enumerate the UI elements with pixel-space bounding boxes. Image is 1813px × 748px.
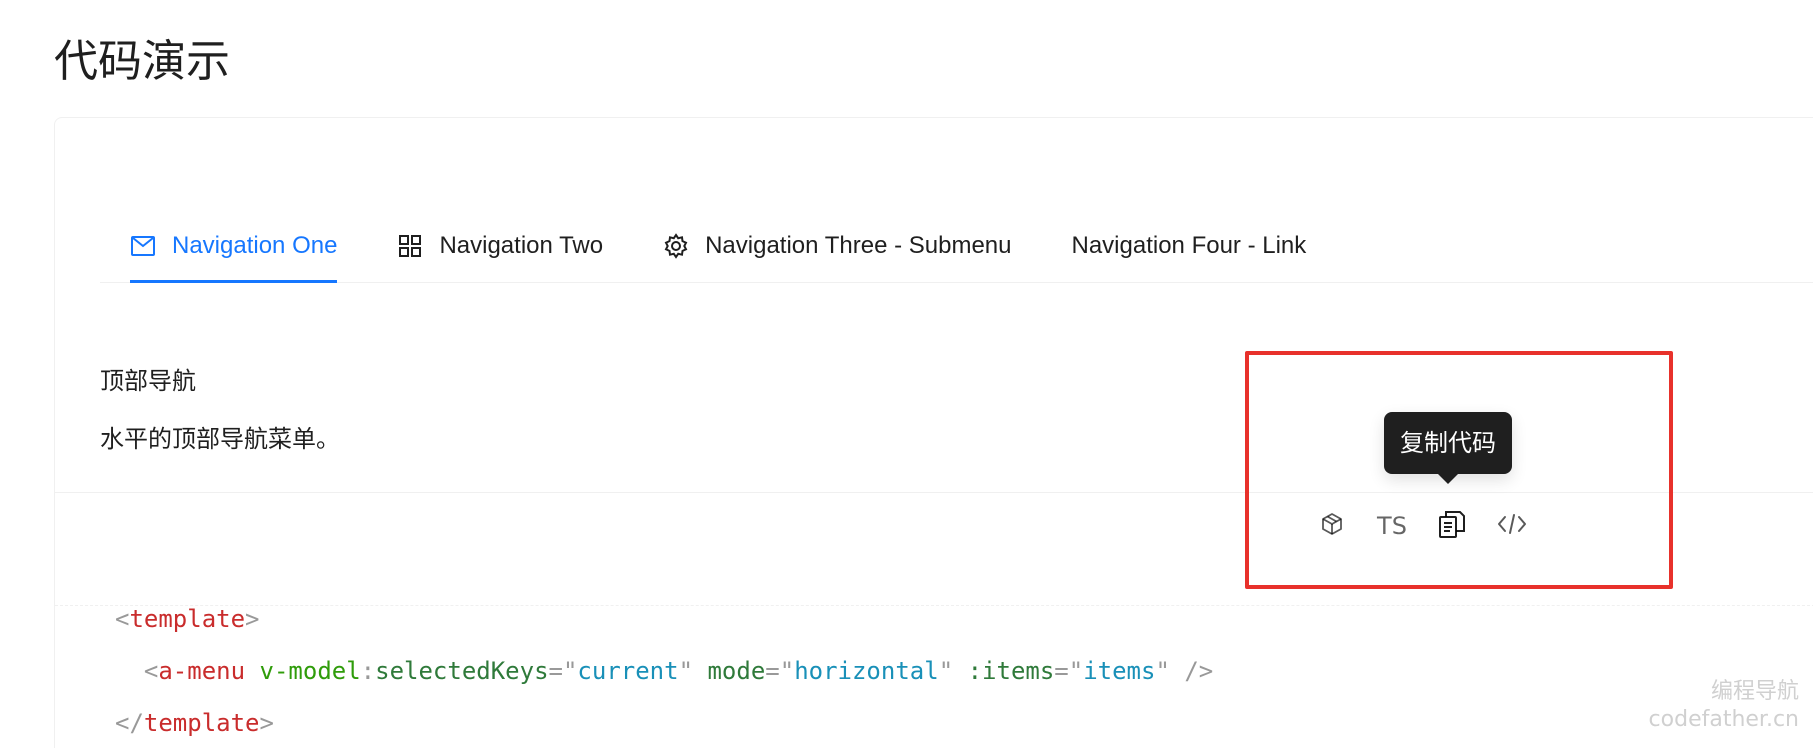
code-line: <a-menu v-model:selectedKeys="current" m… — [143, 657, 1214, 685]
code-actions: TS — [1310, 504, 1550, 548]
copy-icon — [1438, 509, 1466, 544]
code-block: <template> <a-menu v-model:selectedKeys=… — [115, 593, 1213, 748]
code-icon — [1497, 512, 1527, 541]
copy-code-tooltip: 复制代码 — [1384, 412, 1512, 484]
expand-code-button[interactable] — [1490, 504, 1534, 548]
horizontal-menu: Navigation One Navigation Two Navigation… — [100, 210, 1813, 283]
preview-divider — [55, 492, 1813, 493]
menu-item-label: Navigation One — [172, 232, 338, 259]
mail-icon — [130, 233, 156, 259]
page: 代码演示 Navigation One Navigation Two Navig… — [0, 0, 1813, 748]
copy-code-button[interactable] — [1430, 504, 1474, 548]
appstore-icon — [397, 233, 423, 259]
menu-item-label: Navigation Two — [439, 232, 604, 259]
menu-item-link[interactable]: Navigation Four - Link — [1072, 232, 1307, 260]
watermark-line: 编程导航 — [1710, 679, 1799, 704]
menu-item-navigation-three[interactable]: Navigation Three - Submenu — [633, 210, 1041, 282]
typescript-toggle[interactable]: TS — [1370, 504, 1414, 548]
demo-title: 顶部导航 — [100, 364, 200, 398]
watermark: 编程导航 codefather.cn — [1649, 678, 1799, 734]
menu-item-label: Navigation Three - Submenu — [705, 232, 1012, 259]
page-title: 代码演示 — [54, 36, 230, 87]
code-line: <template> — [115, 605, 260, 633]
watermark-line: codefather.cn — [1648, 707, 1799, 732]
menu-item-navigation-two[interactable]: Navigation Two — [367, 210, 633, 282]
menu-item-navigation-four[interactable]: Navigation Four - Link — [1042, 210, 1337, 282]
codesandbox-button[interactable] — [1310, 504, 1354, 548]
setting-icon — [663, 233, 689, 259]
code-line: </template> — [115, 709, 274, 737]
codesandbox-icon — [1320, 512, 1344, 541]
menu-item-navigation-one[interactable]: Navigation One — [100, 210, 367, 283]
demo-description: 水平的顶部导航菜单。 — [100, 425, 340, 453]
